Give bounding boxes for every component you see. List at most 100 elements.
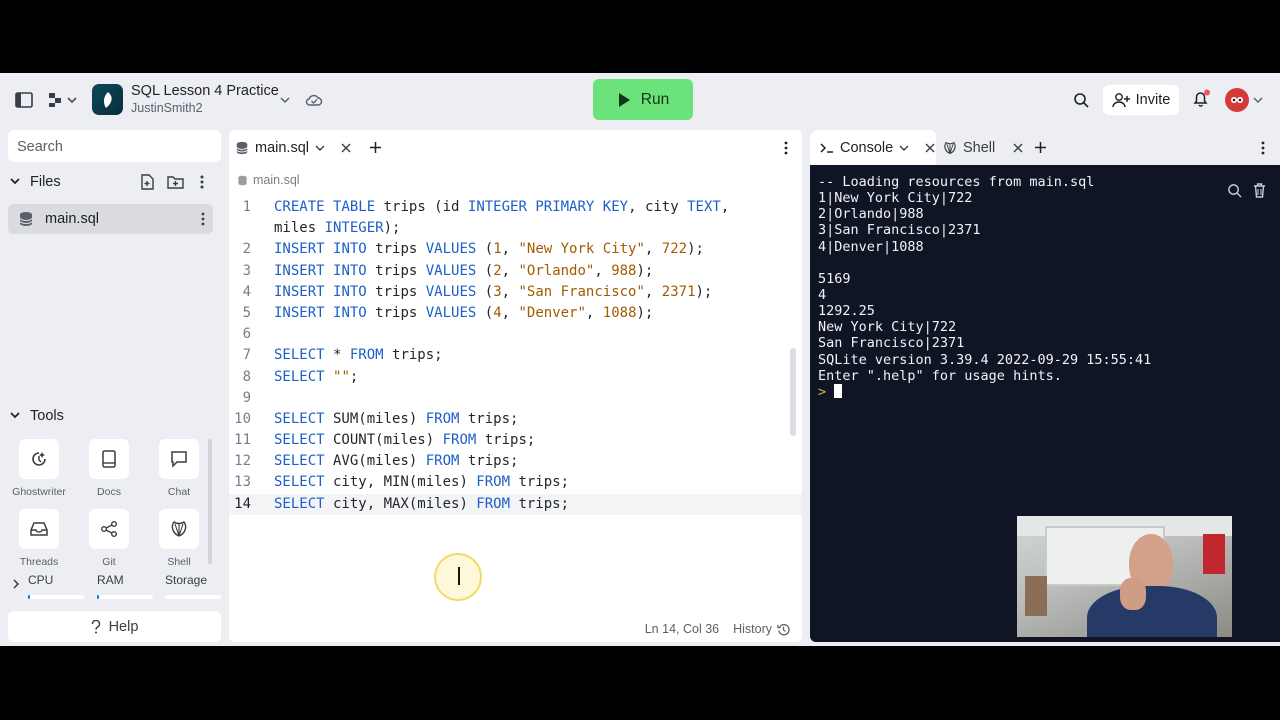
code-line[interactable]: 1 CREATE TABLE trips (id INTEGER PRIMARY … (229, 197, 802, 218)
code-text[interactable]: INSERT INTO trips VALUES (4, "Denver", 1… (274, 303, 653, 324)
breadcrumb[interactable]: main.sql (237, 173, 300, 187)
code-text[interactable]: SELECT COUNT(miles) FROM trips; (274, 430, 535, 451)
tools-scrollbar[interactable] (208, 439, 212, 564)
code-line[interactable]: 3 INSERT INTO trips VALUES (2, "Orlando",… (229, 261, 802, 282)
history-button[interactable]: History (733, 622, 790, 636)
new-tab-plus-icon[interactable] (1033, 140, 1047, 154)
cpu-usage-bar (28, 595, 84, 599)
file-menu-icon[interactable] (201, 212, 205, 226)
tool-shell[interactable]: Shell (148, 509, 210, 568)
console-line: 1|New York City|722 (818, 190, 973, 207)
avatar-chevron-icon[interactable] (1252, 95, 1264, 105)
code-line[interactable]: 6 (229, 324, 802, 345)
file-name: main.sql (45, 211, 99, 227)
line-number: 6 (242, 326, 251, 343)
help-button[interactable]: Help (8, 611, 221, 642)
new-tab-plus-icon[interactable] (368, 140, 382, 154)
tool-threads[interactable]: Threads (8, 509, 70, 568)
tools-section-header[interactable]: Tools (8, 403, 221, 429)
code-text[interactable]: miles INTEGER); (274, 218, 400, 239)
editor-menu-icon[interactable] (782, 140, 790, 156)
close-tab-icon[interactable] (341, 143, 351, 153)
project-title[interactable]: SQL Lesson 4 Practice (131, 83, 279, 99)
code-text[interactable]: INSERT INTO trips VALUES (2, "Orlando", … (274, 261, 653, 282)
chevron-down-icon[interactable] (278, 93, 292, 107)
search-input[interactable]: Search (8, 130, 221, 162)
invite-button[interactable]: Invite (1103, 85, 1179, 115)
editor-tab-main-sql[interactable]: main.sql (235, 133, 351, 163)
code-line[interactable]: 2 INSERT INTO trips VALUES (1, "New York … (229, 239, 802, 260)
code-text[interactable]: INSERT INTO trips VALUES (3, "San Franci… (274, 282, 712, 303)
file-item-main-sql[interactable]: main.sql (8, 204, 213, 234)
code-text[interactable]: CREATE TABLE trips (id INTEGER PRIMARY K… (274, 197, 729, 218)
history-icon (777, 623, 790, 635)
threads-icon (30, 522, 48, 536)
clear-console-trash-icon[interactable] (1251, 182, 1267, 198)
code-text[interactable]: SELECT SUM(miles) FROM trips; (274, 409, 518, 430)
tool-git[interactable]: Git (78, 509, 140, 568)
chevron-right-icon[interactable] (10, 578, 22, 590)
console-line: 5169 (818, 270, 851, 287)
new-folder-icon[interactable] (166, 174, 184, 190)
console-prompt-line[interactable]: > (818, 383, 1151, 400)
cloud-sync-icon[interactable] (304, 91, 324, 109)
database-icon (18, 211, 34, 227)
code-line[interactable]: 7 SELECT * FROM trips; (229, 345, 802, 366)
line-number: 14 (234, 495, 251, 512)
tab-shell[interactable]: Shell (943, 130, 1023, 165)
console-line: SQLite version 3.39.4 2022-09-29 15:55:4… (818, 351, 1152, 368)
tool-ghostwriter[interactable]: Ghostwriter (8, 439, 70, 498)
code-line[interactable]: 5 INSERT INTO trips VALUES (4, "Denver", … (229, 303, 802, 324)
code-text[interactable]: SELECT city, MAX(miles) FROM trips; (274, 494, 569, 515)
play-icon (618, 92, 630, 107)
chevron-down-icon (10, 177, 26, 188)
code-text[interactable]: INSERT INTO trips VALUES (1, "New York C… (274, 239, 704, 260)
files-menu-icon[interactable] (196, 174, 208, 190)
tool-label: Git (102, 556, 116, 568)
code-text[interactable]: SELECT city, MIN(miles) FROM trips; (274, 472, 569, 493)
database-icon (238, 175, 247, 185)
project-owner[interactable]: JustinSmith2 (131, 101, 203, 115)
cursor-position[interactable]: Ln 14, Col 36 (645, 622, 719, 636)
chevron-down-icon[interactable] (899, 145, 909, 151)
shell-icon (944, 141, 956, 154)
code-text[interactable]: SELECT AVG(miles) FROM trips; (274, 451, 518, 472)
files-section-header[interactable]: Files (8, 169, 221, 195)
console-menu-icon[interactable] (1259, 140, 1267, 156)
code-line[interactable]: 10 SELECT SUM(miles) FROM trips; (229, 409, 802, 430)
code-line[interactable]: 4 INSERT INTO trips VALUES (3, "San Franc… (229, 282, 802, 303)
code-line[interactable]: 9 (229, 388, 802, 409)
editor-scrollbar[interactable] (790, 348, 796, 436)
search-icon[interactable] (1226, 182, 1242, 198)
docs-icon (102, 450, 116, 468)
user-avatar[interactable] (1225, 88, 1249, 112)
tab-console[interactable]: Console (810, 130, 936, 165)
close-tab-icon[interactable] (925, 143, 935, 153)
code-line[interactable]: 13 SELECT city, MIN(miles) FROM trips; (229, 472, 802, 493)
code-line[interactable]: 12 SELECT AVG(miles) FROM trips; (229, 451, 802, 472)
console-line: 4|Denver|1088 (818, 238, 924, 255)
console-output[interactable]: -- Loading resources from main.sql 1|New … (818, 174, 1151, 400)
code-line[interactable]: 14 SELECT city, MAX(miles) FROM trips; (229, 493, 802, 515)
replit-menu-icon[interactable] (48, 91, 78, 109)
tool-docs[interactable]: Docs (78, 439, 140, 498)
top-header: SQL Lesson 4 Practice JustinSmith2 Run I… (0, 73, 1280, 127)
code-line[interactable]: miles INTEGER); (229, 218, 802, 239)
sidebar-toggle-icon[interactable] (14, 91, 34, 109)
close-tab-icon[interactable] (1013, 143, 1023, 153)
line-number: 9 (242, 389, 251, 406)
search-icon[interactable] (1071, 91, 1091, 109)
ghostwriter-icon (32, 452, 46, 466)
code-area[interactable]: 1 CREATE TABLE trips (id INTEGER PRIMARY … (229, 197, 802, 515)
project-logo[interactable] (92, 84, 123, 115)
run-button[interactable]: Run (593, 79, 693, 120)
code-text[interactable]: SELECT ""; (274, 367, 358, 388)
notifications-bell-icon[interactable] (1190, 89, 1212, 109)
new-file-icon[interactable] (139, 174, 155, 190)
code-line[interactable]: 8 SELECT ""; (229, 367, 802, 388)
tool-chat[interactable]: Chat (148, 439, 210, 498)
code-text[interactable]: SELECT * FROM trips; (274, 345, 443, 366)
chevron-down-icon[interactable] (315, 145, 325, 151)
code-line[interactable]: 11 SELECT COUNT(miles) FROM trips; (229, 430, 802, 451)
